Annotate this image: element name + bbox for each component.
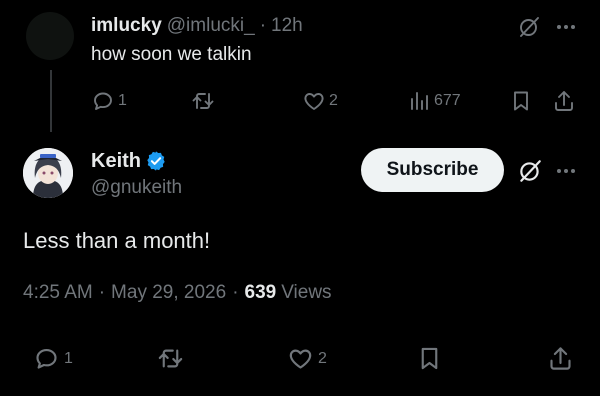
like-count: 2 — [318, 349, 327, 367]
share-icon — [547, 345, 574, 372]
meta-separator: · — [232, 282, 239, 303]
reply-views-button[interactable]: 677 — [407, 89, 461, 113]
like-icon — [287, 345, 314, 372]
reply-retweet-button[interactable] — [191, 89, 218, 113]
reply-text: how soon we talkin — [91, 44, 252, 65]
retweet-icon — [191, 89, 215, 113]
tweet-reply-button[interactable]: 1 — [33, 345, 73, 372]
author-handle[interactable]: @gnukeith — [91, 177, 182, 199]
tweet-time[interactable]: 4:25 AM — [23, 282, 93, 304]
meta-separator: · — [98, 282, 106, 303]
reply-display-name[interactable]: imlucky — [91, 15, 162, 37]
author-display-name[interactable]: Keith — [91, 150, 141, 173]
avatar[interactable] — [23, 148, 73, 198]
reply-icon — [33, 345, 60, 372]
reply-avatar[interactable] — [26, 12, 74, 60]
tweet-bookmark-button[interactable] — [416, 345, 443, 372]
reply-timestamp[interactable]: 12h — [271, 15, 303, 37]
verified-badge-icon[interactable] — [145, 150, 167, 172]
reply-like-button[interactable]: 2 — [302, 89, 338, 113]
retweet-icon — [157, 345, 184, 372]
tweet-action-bar: 1 2 — [0, 345, 600, 379]
reply-bookmark-button[interactable] — [509, 89, 533, 113]
more-icon[interactable] — [553, 15, 579, 39]
tweet-views-count[interactable]: 639 — [245, 282, 277, 304]
author-name-row: Keith — [91, 148, 167, 174]
like-icon — [302, 89, 326, 113]
more-icon[interactable] — [553, 159, 579, 183]
reply-count: 1 — [118, 92, 127, 109]
thread-connector-line — [50, 70, 52, 132]
like-count: 2 — [329, 92, 338, 109]
tweet-views-label[interactable]: Views — [281, 282, 331, 304]
reply-handle[interactable]: @imlucki_ — [167, 15, 255, 37]
reply-header: imlucky @imlucki_ · 12h — [91, 13, 303, 39]
tweet-retweet-button[interactable] — [157, 345, 188, 372]
reply-action-bar: 1 2 677 — [91, 89, 591, 117]
tweet-text: Less than a month! — [23, 228, 211, 253]
tweet-date[interactable]: May 29, 2026 — [111, 282, 226, 304]
reply-count: 1 — [64, 349, 73, 367]
reply-share-button[interactable] — [552, 89, 576, 113]
reply-separator: · — [259, 15, 267, 36]
views-icon — [407, 89, 431, 113]
tweet-meta: 4:25 AM · May 29, 2026 · 639 Views — [23, 282, 332, 304]
reply-reply-button[interactable]: 1 — [91, 89, 127, 113]
reply-icon — [91, 89, 115, 113]
views-count: 677 — [434, 92, 461, 109]
subscribe-button[interactable]: Subscribe — [361, 148, 504, 192]
bookmark-icon — [416, 345, 443, 372]
tweet-like-button[interactable]: 2 — [287, 345, 327, 372]
bookmark-icon — [509, 89, 533, 113]
grok-icon[interactable] — [517, 158, 543, 184]
share-icon — [552, 89, 576, 113]
grok-icon[interactable] — [517, 15, 541, 39]
tweet-share-button[interactable] — [547, 345, 574, 372]
